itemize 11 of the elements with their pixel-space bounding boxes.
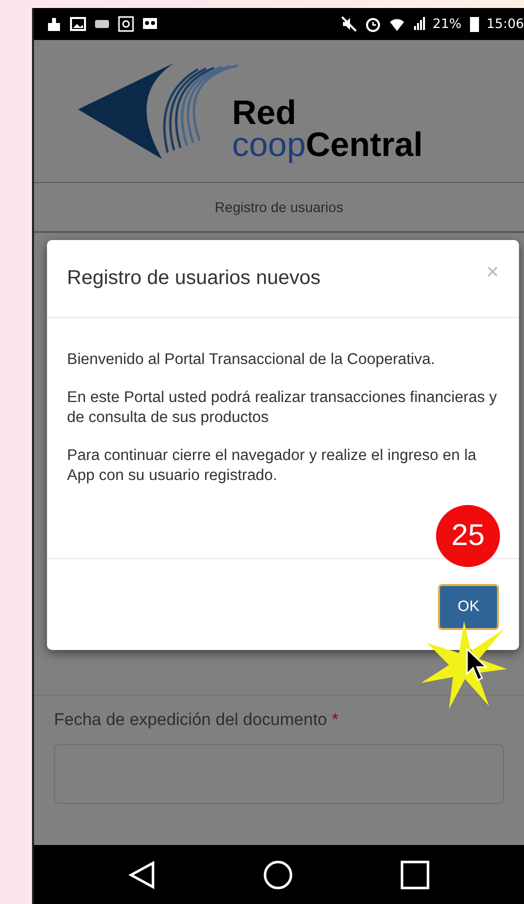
nav-title[interactable]: Registro de usuarios: [214, 199, 344, 215]
dialog-paragraph: Bienvenido al Portal Transaccional de la Cooperativa.: [67, 350, 436, 370]
ok-button[interactable]: OK: [438, 584, 499, 630]
dialog-title: Registro de usuarios nuevos: [67, 267, 320, 290]
close-button[interactable]: ×: [486, 258, 499, 284]
dialog-paragraph: Para continuar cierre el navegador y realize el ingreso en la App con su usuario registrado.: [67, 446, 478, 486]
logo-text: Red coopCentral: [232, 96, 423, 162]
clock-time: 15:06: [486, 16, 524, 32]
battery-percent: 21%: [432, 16, 462, 32]
dialog-paragraph: En este Portal usted podrá realizar transacciones financieras y de consulta de sus productos: [67, 388, 498, 428]
field-label: Fecha de expedición del documento *: [54, 710, 340, 730]
